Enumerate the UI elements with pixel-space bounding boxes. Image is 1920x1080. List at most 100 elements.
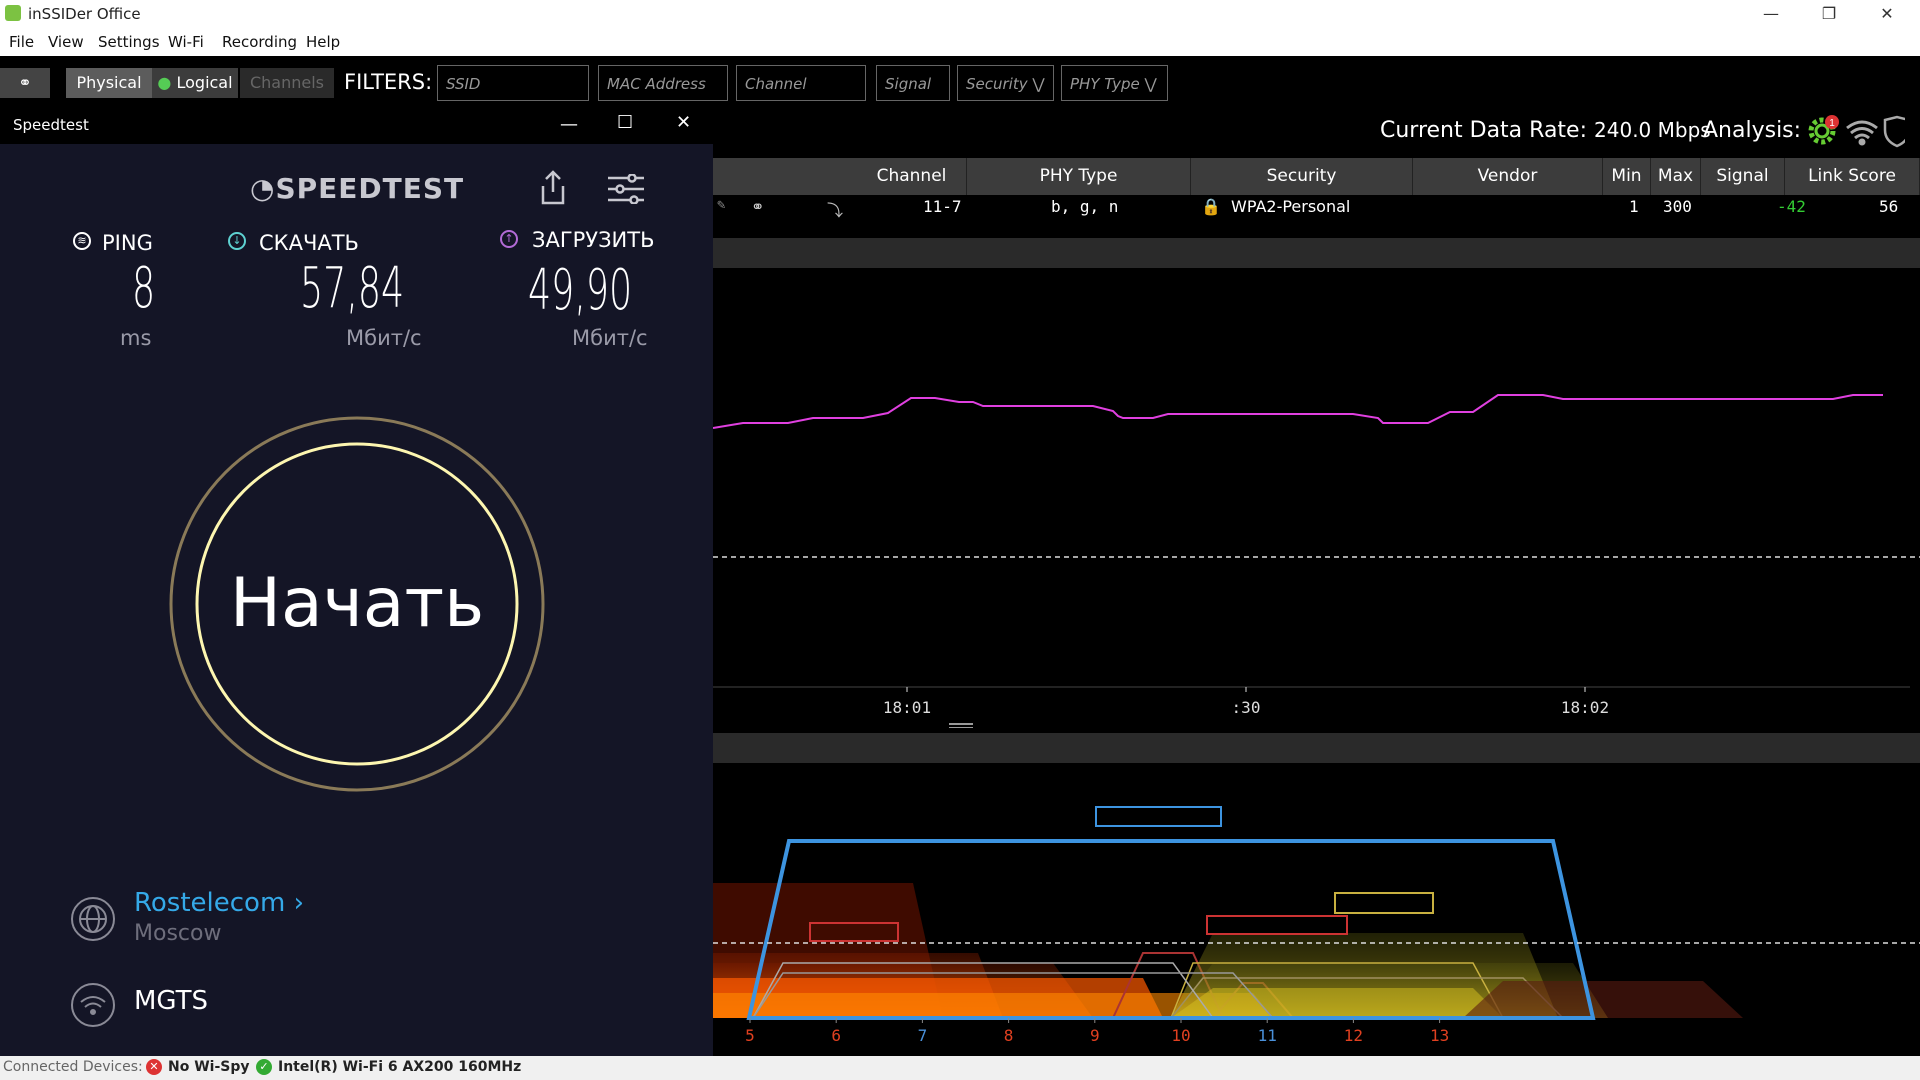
current-data-rate: Current Data Rate: 240.0 Mbps: [1380, 118, 1711, 143]
minimize-button[interactable]: —: [560, 114, 578, 135]
ssid-label-box[interactable]: [1095, 806, 1222, 827]
signal-filter-input[interactable]: Signal: [876, 65, 950, 101]
lock-icon: 🔒: [1201, 197, 1221, 216]
pencil-icon[interactable]: ✎: [717, 197, 725, 213]
status-bar: Connected Devices: ✕ No Wi-Spy ✓ Intel(R…: [0, 1056, 1920, 1080]
speedtest-logo: ◔SPEEDTEST: [250, 172, 464, 205]
phy-type-select[interactable]: PHY Type ⋁: [1061, 65, 1168, 101]
x-tick-label: :30: [1232, 698, 1261, 717]
ping-unit: ms: [120, 326, 152, 350]
table-row[interactable]: ✎ ⚭ ⤵ 11-7 b, g, n 🔒 WPA2-Personal 1 300…: [713, 195, 1920, 225]
upload-unit: Мбит/с: [572, 326, 648, 350]
network-yellow-cluster: [1169, 933, 1743, 1019]
col-phy-type[interactable]: PHY Type: [967, 158, 1191, 195]
cell-security: WPA2-Personal: [1231, 197, 1351, 216]
speedtest-window: Speedtest — ☐ ✕ ◔SPEEDTEST ≋ PING 8 ms ↓…: [0, 108, 713, 1056]
splitter-handle[interactable]: [949, 723, 973, 728]
speedtest-titlebar: Speedtest — ☐ ✕: [0, 108, 713, 144]
link-icon[interactable]: ⚭: [0, 68, 50, 98]
tab-physical[interactable]: Physical: [66, 68, 152, 98]
channel-label: 6: [831, 1026, 841, 1045]
col-security[interactable]: Security: [1191, 158, 1413, 195]
start-button[interactable]: Начать: [197, 444, 517, 764]
col-link-score[interactable]: Link Score: [1785, 158, 1920, 195]
close-button[interactable]: ✕: [676, 112, 691, 133]
download-unit: Мбит/с: [346, 326, 422, 350]
speedtest-logo-text: SPEEDTEST: [275, 172, 465, 205]
channel-axis: 5 6 7 8 9 10 11 12 13: [745, 1018, 1449, 1045]
cell-link-score: 56: [1879, 197, 1899, 216]
provider-link[interactable]: Rostelecom ›: [134, 888, 304, 918]
col-vendor[interactable]: Vendor: [1413, 158, 1603, 195]
ssid-filter-input[interactable]: SSID: [437, 65, 589, 101]
ssid-label-box[interactable]: [1206, 915, 1348, 935]
ssid-label-box[interactable]: [1334, 892, 1434, 914]
device-intel[interactable]: Intel(R) Wi-Fi 6 AX200 160MHz: [278, 1059, 521, 1075]
shield-icon[interactable]: [1883, 115, 1905, 148]
table-header: Channel PHY Type Security Vendor Min Max…: [713, 158, 1920, 195]
logical-dot-icon: ●: [157, 73, 172, 92]
settings-sliders-icon[interactable]: [606, 174, 646, 204]
cell-channel: 11-7: [923, 197, 962, 216]
menu-help[interactable]: Help: [306, 33, 340, 51]
menu-file[interactable]: File: [9, 33, 34, 51]
col-max[interactable]: Max: [1651, 158, 1701, 195]
provider-location: Moscow: [134, 921, 222, 946]
speedometer-icon: ◔: [250, 172, 276, 205]
menu-view[interactable]: View: [48, 33, 84, 51]
signal-line: [713, 394, 1883, 429]
security-select[interactable]: Security ⋁: [957, 65, 1054, 101]
channel-label: 5: [745, 1026, 755, 1045]
chevron-right-icon: ›: [293, 888, 304, 918]
wifi-icon: [71, 983, 115, 1027]
status-label: Connected Devices:: [3, 1059, 143, 1075]
window-titlebar: inSSIDer Office — ❐ ✕: [0, 0, 1920, 28]
download-value: 57,84: [300, 256, 405, 321]
channel-label: 8: [1004, 1026, 1014, 1045]
channel-label: 13: [1430, 1026, 1449, 1045]
channel-graph: 5 6 7 8 9 10 11 12 13: [713, 806, 1920, 1045]
col-signal[interactable]: Signal: [1701, 158, 1785, 195]
upload-icon: ↑: [500, 230, 518, 248]
rate-label: Current Data Rate:: [1380, 118, 1588, 143]
signal-time-graph: 18:01 :30 18:02: [713, 394, 1920, 728]
analysis-badge-count: 1: [1829, 118, 1835, 129]
col-channel[interactable]: Channel: [857, 158, 967, 195]
app-icon: [5, 5, 21, 21]
window-title: inSSIDer Office: [28, 5, 141, 23]
download-label: СКАЧАТЬ: [259, 231, 359, 255]
upload-value: 49,90: [528, 258, 633, 323]
cell-phy: b, g, n: [1051, 197, 1119, 216]
tab-logical[interactable]: ● Logical: [152, 68, 238, 98]
maximize-button[interactable]: ❐: [1806, 2, 1852, 26]
col-min[interactable]: Min: [1603, 158, 1651, 195]
analysis-icons: 1: [1808, 115, 1905, 148]
menu-settings[interactable]: Settings: [98, 33, 160, 51]
phy-select-label: PHY Type: [1070, 75, 1140, 93]
close-button[interactable]: ✕: [1864, 2, 1910, 26]
link-icon[interactable]: ⚭: [751, 197, 764, 216]
arrow-icon: ⤵: [827, 201, 844, 220]
channel-label: 11: [1258, 1026, 1277, 1045]
device-wispy[interactable]: No Wi-Spy: [168, 1059, 250, 1075]
chevron-down-icon: ⋁: [1144, 75, 1157, 93]
analysis-label: Analysis:: [1703, 118, 1802, 143]
error-icon: ✕: [146, 1059, 162, 1075]
mac-filter-input[interactable]: MAC Address: [598, 65, 728, 101]
tab-channels[interactable]: Channels: [240, 68, 334, 98]
check-icon: ✓: [256, 1059, 272, 1075]
channel-filter-input[interactable]: Channel: [736, 65, 866, 101]
menu-recording[interactable]: Recording: [222, 33, 297, 51]
menu-wifi[interactable]: Wi-Fi: [168, 33, 204, 51]
ping-icon: ≋: [73, 232, 91, 250]
minimize-button[interactable]: —: [1748, 2, 1794, 26]
wifi-icon[interactable]: [1846, 120, 1878, 146]
share-icon[interactable]: [538, 170, 568, 206]
section-divider: [713, 733, 1920, 763]
maximize-button[interactable]: ☐: [617, 112, 633, 133]
provider-name: Rostelecom: [134, 888, 286, 918]
cell-min: 1: [1629, 197, 1639, 216]
upload-label: ЗАГРУЗИТЬ: [532, 228, 655, 252]
download-icon: ↓: [228, 232, 246, 250]
security-select-label: Security: [966, 75, 1028, 93]
